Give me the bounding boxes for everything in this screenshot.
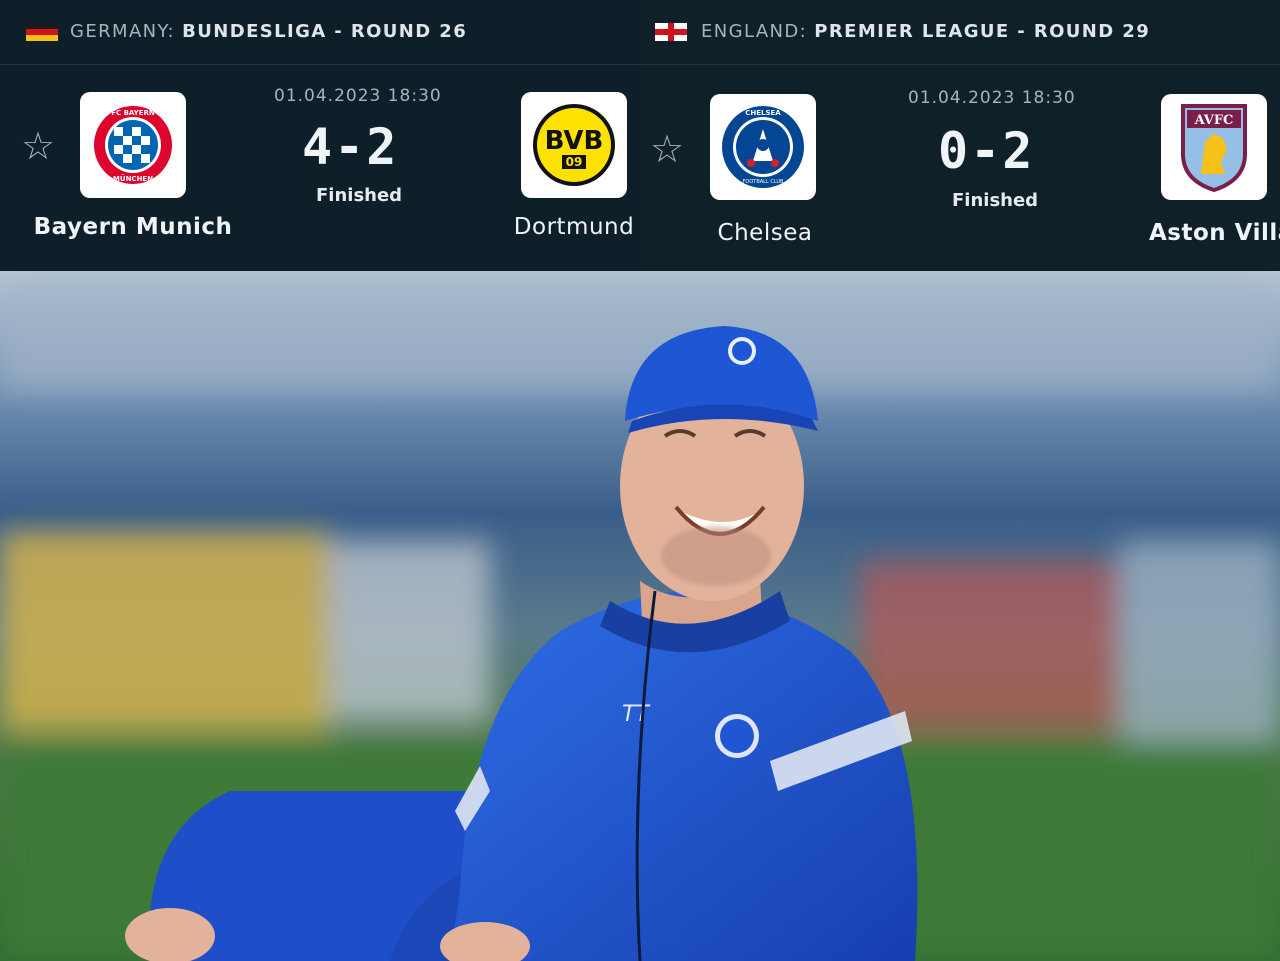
match-status: Finished (316, 185, 403, 206)
svg-text:09: 09 (566, 155, 583, 169)
jacket-initials: TT (622, 702, 650, 727)
laughing-coach-image: TT (0, 271, 1280, 961)
aston-villa-crest-icon: AVFC (1181, 104, 1247, 192)
away-team-name[interactable]: Aston Villa (1149, 220, 1280, 246)
away-team-logo[interactable]: AVFC (1161, 94, 1267, 200)
bvb-crest-icon: BVB 09 (533, 104, 615, 186)
bayern-crest-icon: FC BAYERN MÜNCHEN (94, 106, 172, 184)
home-team-name[interactable]: Chelsea (691, 220, 839, 246)
germany-flag-icon (26, 23, 58, 41)
away-team-name[interactable]: Dortmund (500, 214, 641, 240)
match-datetime: 01.04.2023 18:30 (274, 86, 442, 106)
match-score: 4-2 (302, 118, 399, 176)
league-country: ENGLAND: (701, 21, 808, 42)
home-team-name[interactable]: Bayern Munich (30, 214, 236, 240)
england-flag-icon (655, 23, 687, 41)
coach-photo: TT (0, 271, 1280, 961)
match-status: Finished (952, 190, 1039, 211)
home-team-logo[interactable]: FC BAYERN MÜNCHEN (80, 92, 186, 198)
league-header[interactable]: ENGLAND: PREMIER LEAGUE - ROUND 29 (641, 0, 1280, 65)
svg-text:FOOTBALL CLUB: FOOTBALL CLUB (743, 179, 785, 185)
svg-text:FC BAYERN: FC BAYERN (111, 109, 155, 117)
away-team-logo[interactable]: BVB 09 (521, 92, 627, 198)
star-outline-icon[interactable]: ☆ (650, 130, 684, 168)
svg-text:CHELSEA: CHELSEA (745, 109, 781, 117)
match-card-premier-league[interactable]: ENGLAND: PREMIER LEAGUE - ROUND 29 ☆ CHE… (641, 0, 1280, 270)
svg-text:AVFC: AVFC (1194, 113, 1234, 128)
league-name: BUNDESLIGA - ROUND 26 (182, 21, 468, 42)
home-team-logo[interactable]: CHELSEA FOOTBALL CLUB (710, 94, 816, 200)
league-title: ENGLAND: PREMIER LEAGUE - ROUND 29 (701, 21, 1150, 42)
svg-text:MÜNCHEN: MÜNCHEN (113, 174, 153, 183)
svg-text:BVB: BVB (545, 126, 604, 156)
match-card-bundesliga[interactable]: GERMANY: BUNDESLIGA - ROUND 26 ☆ FC BAYE… (0, 0, 641, 270)
league-header[interactable]: GERMANY: BUNDESLIGA - ROUND 26 (0, 0, 641, 65)
league-title: GERMANY: BUNDESLIGA - ROUND 26 (70, 21, 467, 42)
match-datetime: 01.04.2023 18:30 (908, 88, 1076, 108)
chelsea-crest-icon: CHELSEA FOOTBALL CLUB (722, 106, 804, 188)
league-country: GERMANY: (70, 21, 176, 42)
league-name: PREMIER LEAGUE - ROUND 29 (814, 21, 1151, 42)
match-score: 0-2 (938, 122, 1035, 180)
star-outline-icon[interactable]: ☆ (21, 127, 55, 165)
